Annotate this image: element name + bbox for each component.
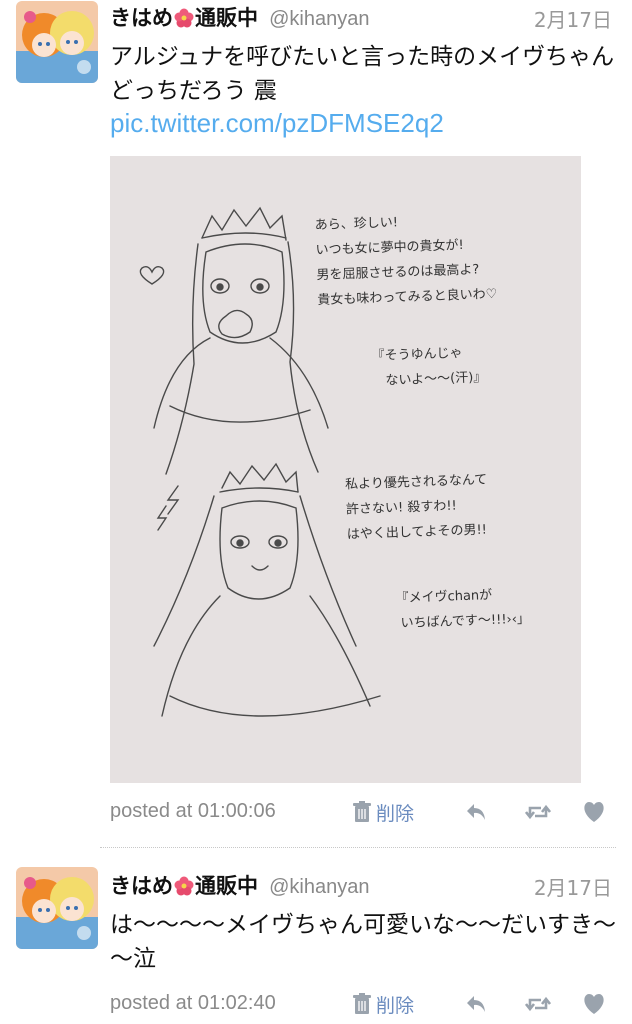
posted-time: posted at 01:00:06 bbox=[110, 800, 276, 822]
tweet-footer: posted at 01:02:40 削除 bbox=[110, 988, 616, 1024]
display-name[interactable]: きはめ 通販中 bbox=[110, 874, 258, 898]
tweet-footer: posted at 01:00:06 削除 bbox=[110, 796, 616, 832]
trash-icon bbox=[353, 993, 371, 1014]
hibiscus-icon bbox=[174, 8, 194, 28]
heart-icon bbox=[584, 802, 604, 822]
sketch-caption-bottom: 私より優先されるなんて 許さない! 殺すわ!! はやく出してよその男!! bbox=[344, 472, 488, 543]
favorite-button[interactable] bbox=[578, 798, 610, 826]
user-handle[interactable]: @kihanyan bbox=[269, 8, 369, 30]
tweet-date[interactable]: 2月17日 bbox=[534, 872, 612, 901]
reply-icon bbox=[467, 804, 485, 820]
retweet-button[interactable] bbox=[522, 798, 554, 826]
delete-button[interactable]: 削除 bbox=[352, 990, 414, 1018]
tweet-header: きはめ 通販中 @kihanyan 2月17日 bbox=[110, 870, 612, 900]
user-avatar[interactable] bbox=[16, 867, 98, 949]
reply-button[interactable] bbox=[460, 990, 492, 1018]
tweet[interactable]: きはめ 通販中 @kihanyan 2月17日 は～～～～メイヴちゃん可愛いな～～… bbox=[0, 850, 632, 1024]
reply-button[interactable] bbox=[460, 798, 492, 826]
tweet-image-link[interactable]: pic.twitter.com/pzDFMSE2q2 bbox=[110, 108, 444, 139]
posted-time: posted at 01:02:40 bbox=[110, 992, 276, 1014]
tweet-divider bbox=[100, 847, 616, 848]
reply-icon bbox=[467, 996, 485, 1012]
retweet-icon bbox=[525, 996, 551, 1012]
tweet-date[interactable]: 2月17日 bbox=[534, 4, 612, 33]
sketch-caption-top: あら、珍しい! いつも女に夢中の貴女が! 男を屈服させるのは最高よ? 貴女も味わ… bbox=[314, 215, 498, 309]
retweet-button[interactable] bbox=[522, 990, 554, 1018]
delete-label: 削除 bbox=[376, 802, 415, 825]
hibiscus-icon bbox=[174, 876, 194, 896]
trash-icon bbox=[353, 801, 371, 822]
tweet-photo[interactable]: あら、珍しい! いつも女に夢中の貴女が! 男を屈服させるのは最高よ? 貴女も味わ… bbox=[110, 156, 581, 783]
tweet-header: きはめ 通販中 @kihanyan 2月17日 bbox=[110, 2, 612, 32]
favorite-button[interactable] bbox=[578, 990, 610, 1018]
tweet-text: アルジュナを呼びたいと言った時のメイヴちゃん どっちだろう 震 bbox=[110, 44, 615, 104]
sketch-caption-bottom-aside: 『メイヴchanが いちばんです～!!!›‹」 bbox=[395, 587, 531, 632]
tweet-text: は～～～～メイヴちゃん可愛いな～～だいすき～～泣 bbox=[110, 912, 616, 972]
user-avatar[interactable] bbox=[16, 1, 98, 83]
heart-icon bbox=[584, 994, 604, 1014]
tweet[interactable]: きはめ 通販中 @kihanyan 2月17日 アルジュナを呼びたいと言った時のメ… bbox=[0, 0, 632, 845]
retweet-icon bbox=[525, 804, 551, 820]
sketch-caption-top-aside: 『そうゆんじゃ ないよ～～(汗)』 bbox=[371, 345, 487, 389]
delete-button[interactable]: 削除 bbox=[352, 798, 414, 826]
user-handle[interactable]: @kihanyan bbox=[269, 876, 369, 898]
delete-label: 削除 bbox=[376, 994, 415, 1017]
display-name[interactable]: きはめ 通販中 bbox=[110, 6, 258, 30]
